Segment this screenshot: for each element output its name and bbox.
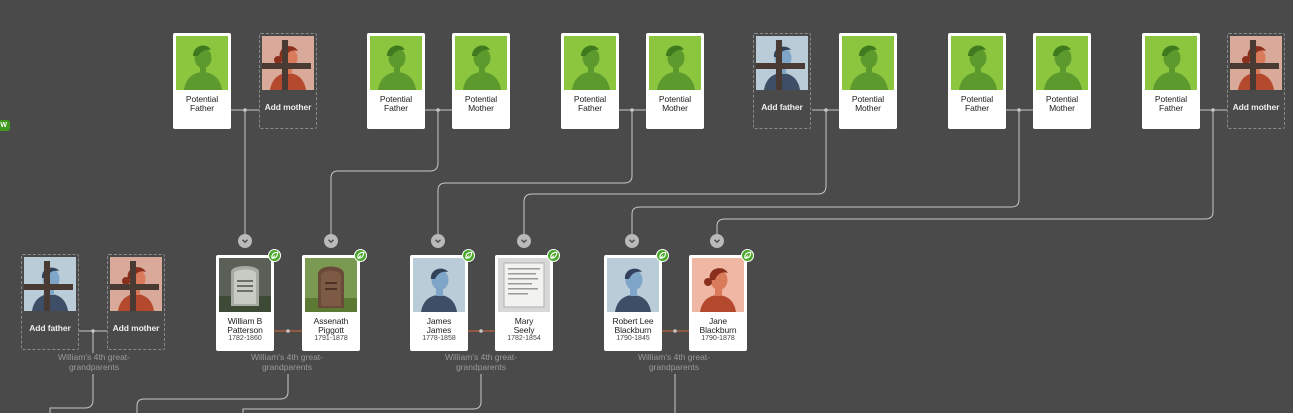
life-dates: 1782-1860 <box>228 335 262 342</box>
person-name: Assenath Piggott <box>313 316 349 335</box>
person-name: Robert Lee Blackburn <box>612 316 654 335</box>
potential-parent-card[interactable]: Potential Father <box>948 33 1006 129</box>
avatar-silhouette-icon <box>692 258 744 312</box>
generation-label: William's 4th great- grandparents <box>250 352 323 372</box>
add-father-button[interactable]: Add father <box>753 33 811 129</box>
record-hint-leaf-icon[interactable] <box>462 249 475 262</box>
record-hint-leaf-icon[interactable] <box>741 249 754 262</box>
potential-parent-label: Potential Father <box>379 94 413 113</box>
potential-parent-label: Potential Father <box>1154 94 1188 113</box>
family-tree-canvas[interactable]: W Potential Father Add mother Potential … <box>0 0 1293 413</box>
person-card[interactable]: William B Patterson 1782-1860 <box>216 249 281 351</box>
generation-label: William's 4th great- grandparents <box>57 352 130 372</box>
avatar-silhouette-icon <box>842 36 894 90</box>
potential-parent-label: Potential Mother <box>658 94 692 113</box>
profile-photo <box>305 258 357 312</box>
expand-parents-chevron-icon[interactable] <box>431 234 445 248</box>
profile-photo <box>498 258 550 312</box>
connector-node <box>824 108 828 112</box>
avatar-silhouette-icon <box>607 258 659 312</box>
connector-node <box>1017 108 1021 112</box>
edge-tag[interactable]: W <box>0 120 10 131</box>
connector-node <box>243 108 247 112</box>
avatar-silhouette-icon <box>1145 36 1197 90</box>
avatar-silhouette-icon <box>370 36 422 90</box>
person-card[interactable]: Jane Blackburn 1790-1878 <box>689 249 754 351</box>
add-mother-button[interactable]: Add mother <box>259 33 317 129</box>
expand-parents-chevron-icon[interactable] <box>517 234 531 248</box>
potential-parent-card[interactable]: Potential Mother <box>452 33 510 129</box>
add-mother-button[interactable]: Add mother <box>1227 33 1285 129</box>
add-father-button[interactable]: Add father <box>21 254 79 350</box>
expand-parents-chevron-icon[interactable] <box>710 234 724 248</box>
record-hint-leaf-icon[interactable] <box>547 249 560 262</box>
person-name: William B Patterson <box>227 316 263 335</box>
potential-parent-card[interactable]: Potential Father <box>367 33 425 129</box>
person-card[interactable]: Mary Seely 1782-1854 <box>495 249 560 351</box>
avatar-silhouette-icon <box>756 36 808 90</box>
record-hint-leaf-icon[interactable] <box>656 249 669 262</box>
avatar-silhouette-icon <box>951 36 1003 90</box>
avatar-silhouette-icon <box>649 36 701 90</box>
avatar-silhouette-icon <box>1036 36 1088 90</box>
person-name: James James <box>426 316 452 335</box>
connector-node <box>479 329 483 333</box>
expand-parents-chevron-icon[interactable] <box>238 234 252 248</box>
record-hint-leaf-icon[interactable] <box>354 249 367 262</box>
add-parent-label: Add mother <box>264 102 312 112</box>
connector-node <box>436 108 440 112</box>
generation-label: William's 4th great- grandparents <box>444 352 517 372</box>
person-name: Mary Seely <box>513 316 535 335</box>
person-card[interactable]: Robert Lee Blackburn 1790-1845 <box>604 249 669 351</box>
add-parent-label: Add mother <box>112 323 160 333</box>
potential-parent-label: Potential Mother <box>464 94 498 113</box>
add-parent-label: Add father <box>761 102 803 112</box>
connector-line <box>49 374 94 413</box>
avatar-silhouette-icon <box>455 36 507 90</box>
potential-parent-label: Potential Father <box>573 94 607 113</box>
potential-parent-label: Potential Mother <box>851 94 885 113</box>
avatar-silhouette-icon <box>176 36 228 90</box>
connector-node <box>1211 108 1215 112</box>
potential-parent-label: Potential Father <box>960 94 994 113</box>
add-parent-label: Add mother <box>1232 102 1280 112</box>
record-hint-leaf-icon[interactable] <box>268 249 281 262</box>
connector-node <box>91 329 95 333</box>
potential-parent-label: Potential Father <box>185 94 219 113</box>
avatar-silhouette-icon <box>24 257 76 311</box>
potential-parent-card[interactable]: Potential Father <box>1142 33 1200 129</box>
avatar-silhouette-icon <box>110 257 162 311</box>
potential-parent-card[interactable]: Potential Mother <box>1033 33 1091 129</box>
generation-label: William's 4th great- grandparents <box>637 352 710 372</box>
life-dates: 1790-1878 <box>701 335 735 342</box>
avatar-silhouette-icon <box>413 258 465 312</box>
connector-node <box>286 329 290 333</box>
life-dates: 1778-1858 <box>422 335 456 342</box>
avatar-silhouette-icon <box>1230 36 1282 90</box>
connector-line <box>136 374 289 413</box>
expand-parents-chevron-icon[interactable] <box>625 234 639 248</box>
avatar-silhouette-icon <box>564 36 616 90</box>
expand-parents-chevron-icon[interactable] <box>324 234 338 248</box>
potential-parent-card[interactable]: Potential Mother <box>646 33 704 129</box>
profile-photo <box>219 258 271 312</box>
avatar-silhouette-icon <box>262 36 314 90</box>
add-mother-button[interactable]: Add mother <box>107 254 165 350</box>
person-name: Jane Blackburn <box>699 316 737 335</box>
life-dates: 1791-1878 <box>314 335 348 342</box>
life-dates: 1782-1854 <box>507 335 541 342</box>
potential-parent-card[interactable]: Potential Father <box>173 33 231 129</box>
connector-node <box>673 329 677 333</box>
potential-parent-card[interactable]: Potential Mother <box>839 33 897 129</box>
potential-parent-card[interactable]: Potential Father <box>561 33 619 129</box>
add-parent-label: Add father <box>29 323 71 333</box>
life-dates: 1790-1845 <box>616 335 650 342</box>
person-card[interactable]: Assenath Piggott 1791-1878 <box>302 249 367 351</box>
connector-node <box>630 108 634 112</box>
connector-line <box>242 374 482 413</box>
potential-parent-label: Potential Mother <box>1045 94 1079 113</box>
person-card[interactable]: James James 1778-1858 <box>410 249 475 351</box>
